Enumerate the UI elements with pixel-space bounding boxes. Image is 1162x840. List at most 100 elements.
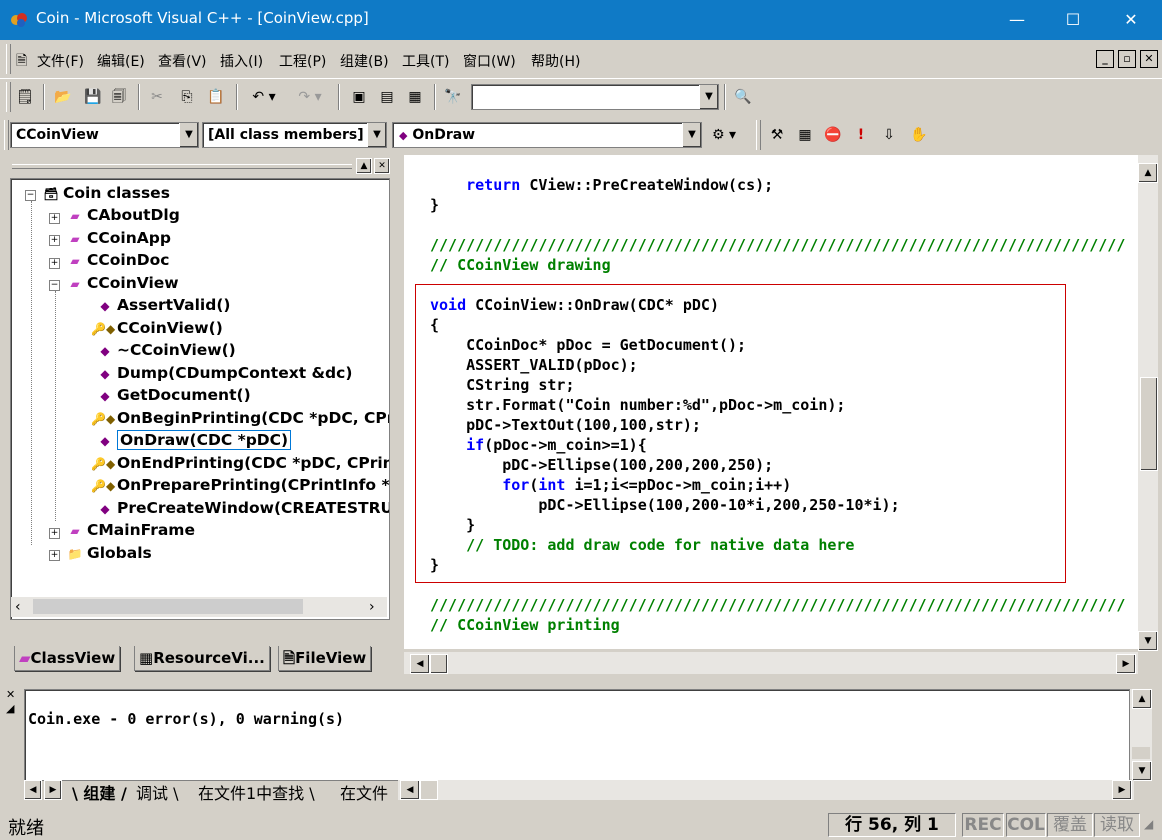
expand-toggle[interactable]: + [49, 235, 60, 246]
toolbar-grip[interactable] [756, 120, 761, 150]
tab-fileview[interactable]: 🗎FileView [278, 646, 372, 671]
tree-member[interactable]: ◆ Dump(CDumpContext &dc) [97, 364, 352, 382]
window-list-icon[interactable]: ▦ [404, 86, 426, 108]
scroll-left-icon[interactable]: ‹ [15, 599, 21, 615]
mdi-minimize-button[interactable]: _ [1096, 50, 1114, 68]
new-text-file-icon[interactable]: 🗒 [14, 86, 36, 108]
workspace-maximize-icon[interactable]: ▲ [356, 158, 372, 174]
scroll-right-icon[interactable]: › [369, 599, 375, 615]
menubar-grip[interactable] [6, 44, 11, 74]
collapse-toggle[interactable]: − [49, 280, 60, 291]
output-hscrollbar[interactable]: ◀ ▶ [398, 780, 1134, 800]
tab-scroll-left-icon[interactable]: ◀ [24, 780, 42, 800]
workspace-close-icon[interactable]: ✕ [374, 158, 390, 174]
menu-view[interactable]: 查看(V) [158, 51, 207, 71]
scroll-down-icon[interactable]: ▼ [1138, 631, 1158, 651]
tree-member[interactable]: ◆ GetDocument() [97, 386, 250, 404]
output-maximize-icon[interactable]: ◢ [6, 702, 14, 715]
scroll-left-icon[interactable]: ◀ [400, 780, 420, 800]
tree-member[interactable]: 🔑◆ CCoinView() [91, 319, 223, 337]
tree-member[interactable]: ◆ AssertValid() [97, 296, 230, 314]
find-combo[interactable]: ▼ [471, 84, 719, 110]
output-close-icon[interactable]: ✕ [6, 688, 15, 701]
scroll-down-icon[interactable]: ▼ [1132, 761, 1152, 781]
compile-icon[interactable]: ⚒ [766, 124, 788, 146]
redo-icon[interactable]: ↷ ▾ [290, 86, 330, 108]
wizard-action-icon[interactable]: ⚙ ▾ [704, 124, 744, 146]
menu-build[interactable]: 组建(B) [340, 51, 389, 71]
editor-vscrollbar[interactable]: ▲ ▼ [1138, 155, 1158, 651]
tree-member[interactable]: 🔑◆ OnBeginPrinting(CDC *pDC, CPri [91, 409, 389, 427]
output-window-icon[interactable]: ▤ [376, 86, 398, 108]
chevron-down-icon[interactable]: ▼ [179, 123, 198, 147]
tree-member[interactable]: 🔑◆ OnPreparePrinting(CPrintInfo *pIr [91, 476, 389, 494]
tree-member[interactable]: ◆ ~CCoinView() [97, 341, 235, 359]
stop-build-icon[interactable]: ⛔ [822, 124, 844, 146]
scroll-thumb[interactable] [33, 599, 303, 614]
close-button[interactable]: ✕ [1108, 0, 1154, 40]
mdi-close-button[interactable]: ✕ [1140, 50, 1158, 68]
tree-hscrollbar[interactable]: ‹ › [11, 597, 387, 617]
tab-build[interactable]: \ 组建 / [72, 780, 127, 804]
scroll-right-icon[interactable]: ▶ [1112, 780, 1132, 800]
tree-class-cmainframe[interactable]: ▰ CMainFrame [67, 521, 195, 539]
filter-combo[interactable]: [All class members] ▼ [202, 122, 387, 148]
expand-toggle[interactable]: + [49, 550, 60, 561]
chevron-down-icon[interactable]: ▼ [682, 123, 701, 147]
minimize-button[interactable]: — [994, 0, 1040, 40]
breakpoint-hand-icon[interactable]: ✋ [908, 124, 930, 146]
tree-member[interactable]: ◆ PreCreateWindow(CREATESTRU( [97, 499, 389, 517]
expand-toggle[interactable]: + [49, 528, 60, 539]
find-combo-value[interactable] [472, 89, 477, 105]
tab-find-in-files-1[interactable]: 在文件1中查找 \ [198, 780, 315, 804]
cut-icon[interactable]: ✂ [146, 86, 168, 108]
menu-edit[interactable]: 编辑(E) [97, 51, 145, 71]
member-combo[interactable]: ◆ OnDraw ▼ [392, 122, 702, 148]
save-icon[interactable]: 💾 [82, 86, 104, 108]
workspace-icon[interactable]: ▣ [348, 86, 370, 108]
classview-tree[interactable]: − 🗃 Coin classes + ▰ CAboutDlg + ▰ CCoinApp… [10, 178, 390, 620]
menu-tools[interactable]: 工具(T) [402, 51, 449, 71]
tab-debug[interactable]: 调试 \ [136, 780, 179, 804]
toolbar-grip[interactable] [4, 120, 9, 150]
undo-icon[interactable]: ↶ ▾ [244, 86, 284, 108]
tree-class-caboutdlg[interactable]: ▰ CAboutDlg [67, 206, 179, 224]
scroll-right-icon[interactable]: ▶ [1116, 654, 1136, 674]
class-combo[interactable]: CCoinView ▼ [10, 122, 199, 148]
tree-member[interactable]: 🔑◆ OnEndPrinting(CDC *pDC, CPrintI [91, 454, 389, 472]
copy-icon[interactable]: ⎘ [176, 86, 198, 108]
execute-icon[interactable]: ! [850, 124, 872, 146]
scroll-up-icon[interactable]: ▲ [1132, 689, 1152, 709]
scroll-up-icon[interactable]: ▲ [1138, 163, 1158, 183]
find-in-files-icon[interactable]: 🔭 [442, 86, 464, 108]
paste-icon[interactable]: 📋 [205, 86, 227, 108]
scroll-thumb[interactable] [1140, 377, 1158, 471]
tree-class-ccoindoc[interactable]: ▰ CCoinDoc [67, 251, 169, 269]
menu-window[interactable]: 窗口(W) [463, 51, 516, 71]
tree-class-ccoinview[interactable]: ▰ CCoinView [67, 274, 178, 292]
maximize-button[interactable]: ☐ [1050, 0, 1096, 40]
resize-grip-icon[interactable]: ◢ [1144, 817, 1153, 831]
tree-globals[interactable]: 📁 Globals [67, 544, 152, 562]
output-window[interactable]: Coin.exe - 0 error(s), 0 warning(s) [24, 689, 1130, 781]
menu-file[interactable]: 文件(F) [37, 51, 84, 71]
code-editor[interactable]: return CView::PreCreateWindow(cs);}/////… [404, 155, 1138, 649]
scroll-thumb[interactable] [1132, 747, 1150, 759]
mdi-restore-button[interactable]: ▫ [1118, 50, 1136, 68]
menu-insert[interactable]: 插入(I) [220, 51, 263, 71]
menu-project[interactable]: 工程(P) [279, 51, 326, 71]
scroll-thumb[interactable] [430, 654, 448, 674]
tab-find-in-files-2[interactable]: 在文件 [340, 780, 388, 804]
scroll-left-icon[interactable]: ◀ [410, 654, 430, 674]
menu-help[interactable]: 帮助(H) [531, 51, 580, 71]
output-vscrollbar[interactable]: ▲ ▼ [1130, 689, 1152, 781]
tab-resourceview[interactable]: ▦ResourceVi... [134, 646, 270, 671]
tab-classview[interactable]: ▰ClassView [14, 646, 121, 671]
workspace-grip[interactable] [12, 164, 352, 169]
search-icon[interactable]: 🔍 [732, 86, 754, 108]
expand-toggle[interactable]: + [49, 213, 60, 224]
expand-toggle[interactable]: + [49, 258, 60, 269]
save-all-icon[interactable]: 🗐 [108, 86, 130, 108]
tree-member-selected[interactable]: ◆ OnDraw(CDC *pDC) [97, 430, 292, 450]
tab-scroll-right-icon[interactable]: ▶ [44, 780, 62, 800]
